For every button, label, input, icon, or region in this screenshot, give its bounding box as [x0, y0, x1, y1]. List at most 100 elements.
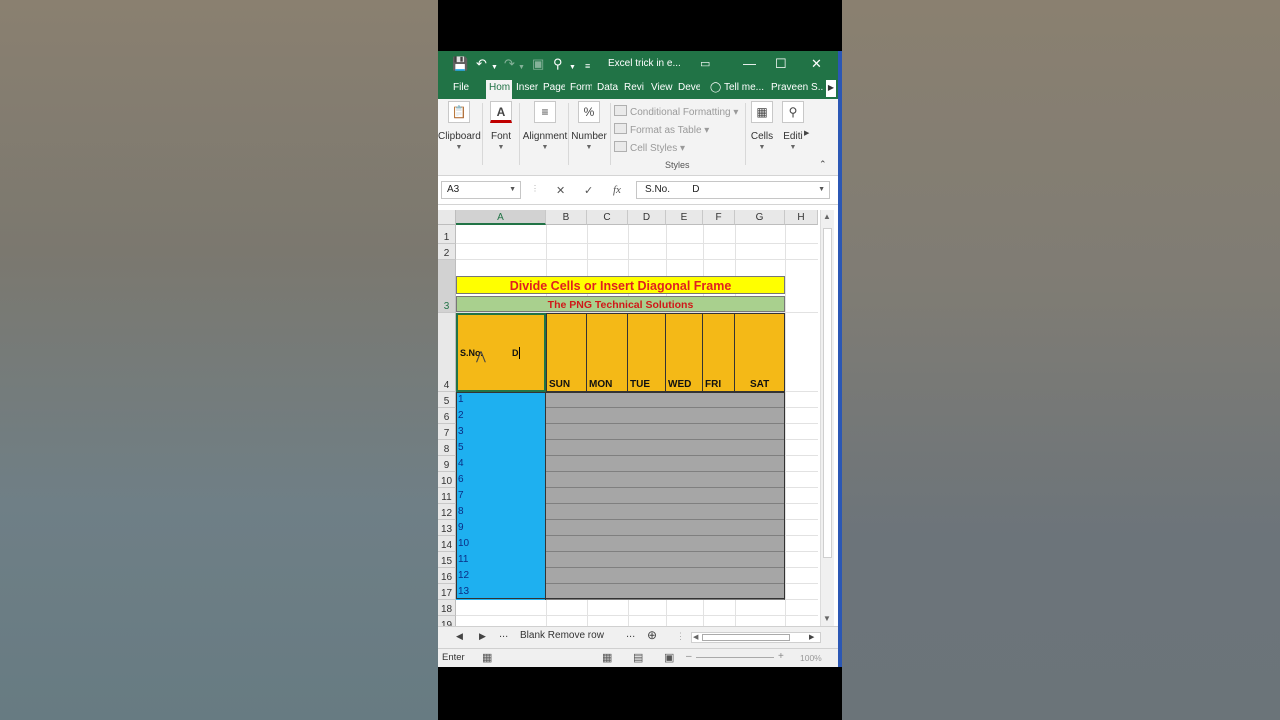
- sno-cell[interactable]: 8: [456, 504, 546, 520]
- grid-cell[interactable]: [665, 536, 703, 552]
- sno-cell[interactable]: 13: [456, 584, 546, 600]
- grid-cell[interactable]: [665, 440, 703, 456]
- tab-home[interactable]: Hom: [486, 80, 512, 99]
- worksheet-grid[interactable]: A B C D E F G H 1 2 3 4 5 6 7 8 9 10 11 12 13 14 15 16 1…: [438, 210, 818, 626]
- grid-cell[interactable]: [665, 472, 703, 488]
- grid-cell[interactable]: [546, 488, 587, 504]
- sno-cell[interactable]: 2: [456, 408, 546, 424]
- ribbon-display-icon[interactable]: ▭: [700, 56, 710, 72]
- sno-cell[interactable]: 11: [456, 552, 546, 568]
- column-header-h[interactable]: H: [785, 210, 818, 225]
- grid-cell[interactable]: [546, 536, 587, 552]
- grid-cell[interactable]: [734, 504, 785, 520]
- grid-cell[interactable]: [586, 424, 628, 440]
- grid-cell[interactable]: [734, 488, 785, 504]
- grid-cell[interactable]: [665, 520, 703, 536]
- row-header[interactable]: 11: [438, 488, 456, 504]
- sheet-more-right[interactable]: ...: [626, 628, 635, 640]
- sno-cell[interactable]: 12: [456, 568, 546, 584]
- grid-cell[interactable]: [627, 456, 666, 472]
- zoom-level[interactable]: 100%: [800, 653, 822, 663]
- grid-cell[interactable]: [665, 488, 703, 504]
- add-sheet-icon[interactable]: ⊕: [647, 628, 657, 642]
- grid-cell[interactable]: [586, 536, 628, 552]
- grid-cell[interactable]: [586, 520, 628, 536]
- tab-formulas[interactable]: Form: [570, 82, 592, 93]
- grid-cell[interactable]: [546, 504, 587, 520]
- conditional-formatting-button[interactable]: Conditional Formatting ▾: [614, 105, 738, 118]
- day-header-sat[interactable]: SAT: [734, 313, 785, 392]
- row-header[interactable]: 16: [438, 568, 456, 584]
- row-header[interactable]: 19: [438, 616, 456, 626]
- clipboard-group[interactable]: 📋 Clipboard ▼: [438, 101, 481, 151]
- tabs-scroll-right-icon[interactable]: ▶: [826, 80, 836, 97]
- column-header-c[interactable]: C: [587, 210, 628, 225]
- number-group[interactable]: % Number ▼: [570, 101, 608, 151]
- sno-cell[interactable]: 3: [456, 424, 546, 440]
- grid-cell[interactable]: [586, 504, 628, 520]
- vertical-scrollbar[interactable]: ▲ ▼: [820, 210, 834, 626]
- grid-cell[interactable]: [627, 584, 666, 600]
- cell-styles-button[interactable]: Cell Styles ▾: [614, 141, 685, 154]
- grid-cell[interactable]: [627, 408, 666, 424]
- grid-cell[interactable]: [702, 456, 735, 472]
- grid-cell[interactable]: [734, 456, 785, 472]
- vertical-scroll-thumb[interactable]: [823, 228, 832, 558]
- grid-cell[interactable]: [546, 520, 587, 536]
- collapse-ribbon-icon[interactable]: ⌃: [819, 159, 827, 170]
- tab-data[interactable]: Data: [597, 82, 619, 93]
- grid-cell[interactable]: [586, 456, 628, 472]
- grid-cell[interactable]: [546, 568, 587, 584]
- grid-cell[interactable]: [702, 504, 735, 520]
- active-cell-a3[interactable]: S.No. D: [456, 313, 546, 392]
- grid-cell[interactable]: [734, 536, 785, 552]
- column-header-b[interactable]: B: [546, 210, 587, 225]
- title-cell[interactable]: Divide Cells or Insert Diagonal Frame: [456, 276, 785, 294]
- row-header[interactable]: 17: [438, 584, 456, 600]
- cells-group[interactable]: ▦ Cells ▼: [748, 101, 776, 151]
- grid-cell[interactable]: [702, 520, 735, 536]
- grid-cell[interactable]: [627, 552, 666, 568]
- zoom-in-icon[interactable]: +: [778, 651, 784, 662]
- column-header-e[interactable]: E: [666, 210, 703, 225]
- row-header[interactable]: 7: [438, 424, 456, 440]
- alignment-group[interactable]: ≡ Alignment ▼: [521, 101, 569, 151]
- grid-cell[interactable]: [702, 584, 735, 600]
- normal-view-icon[interactable]: ▦: [602, 651, 612, 664]
- select-all-corner[interactable]: [438, 210, 456, 225]
- sheet-more-left[interactable]: ...: [499, 628, 508, 640]
- undo-icon[interactable]: ↶: [476, 56, 487, 72]
- column-header-f[interactable]: F: [703, 210, 735, 225]
- grid-cell[interactable]: [627, 440, 666, 456]
- grid-cell[interactable]: [546, 424, 587, 440]
- search-icon[interactable]: ⚲: [553, 56, 563, 72]
- sno-cell[interactable]: 9: [456, 520, 546, 536]
- grid-cell[interactable]: [702, 536, 735, 552]
- grid-cell[interactable]: [627, 504, 666, 520]
- grid-cell[interactable]: [702, 472, 735, 488]
- row-header[interactable]: 6: [438, 408, 456, 424]
- row-header[interactable]: 15: [438, 552, 456, 568]
- row-header[interactable]: 2: [438, 244, 456, 260]
- grid-cell[interactable]: [546, 584, 587, 600]
- grid-cell[interactable]: [665, 584, 703, 600]
- day-header-fri[interactable]: FRI: [702, 313, 735, 392]
- tell-me-search[interactable]: Tell me...: [724, 82, 766, 93]
- day-header-sun[interactable]: SUN: [546, 313, 587, 392]
- column-header-d[interactable]: D: [628, 210, 666, 225]
- tab-developer[interactable]: Deve: [678, 82, 700, 93]
- grid-cell[interactable]: [586, 552, 628, 568]
- grid-cell[interactable]: [627, 536, 666, 552]
- grid-cell[interactable]: [586, 584, 628, 600]
- sheet-tab-blank-remove-row[interactable]: Blank Remove row: [520, 630, 604, 641]
- grid-cell[interactable]: [665, 408, 703, 424]
- row-header[interactable]: 9: [438, 456, 456, 472]
- sheet-prev-icon[interactable]: ◀: [456, 631, 463, 642]
- maximize-icon[interactable]: ☐: [775, 56, 787, 72]
- grid-cell[interactable]: [702, 408, 735, 424]
- row-header[interactable]: 10: [438, 472, 456, 488]
- grid-cell[interactable]: [546, 456, 587, 472]
- enter-icon[interactable]: ✓: [584, 184, 593, 197]
- row-header[interactable]: 4: [438, 313, 456, 392]
- grid-cell[interactable]: [546, 408, 587, 424]
